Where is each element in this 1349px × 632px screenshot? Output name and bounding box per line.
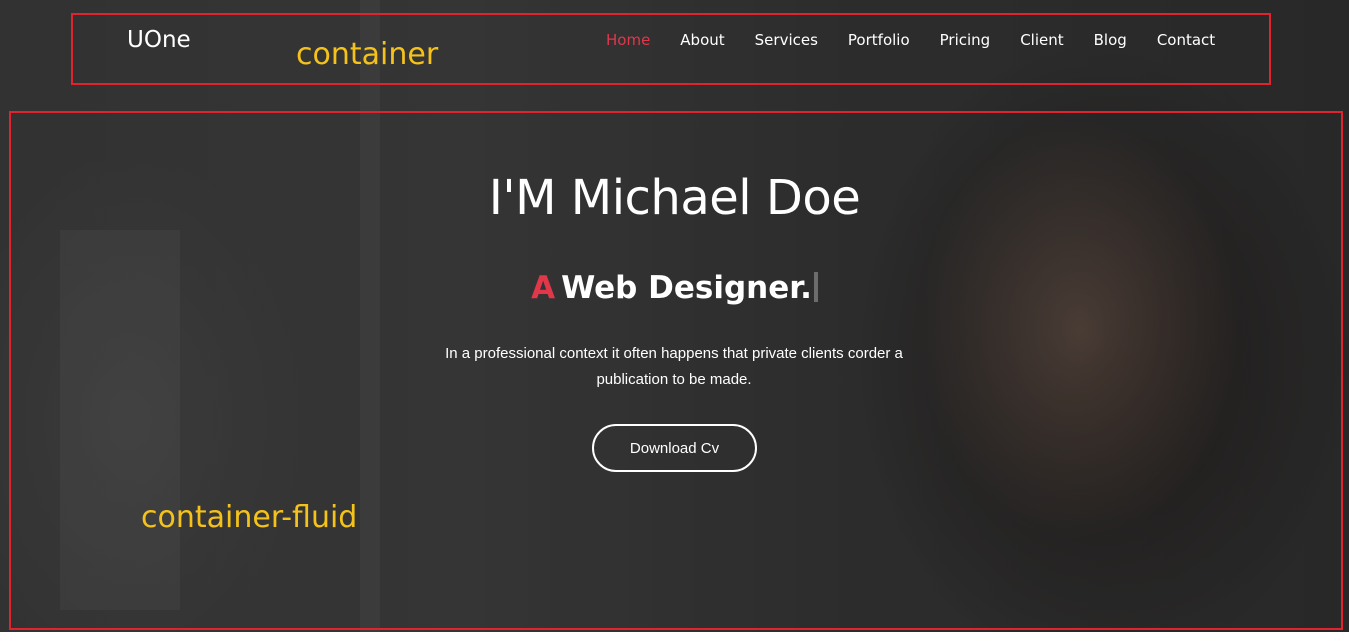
- nav-item-pricing[interactable]: Pricing: [940, 31, 991, 49]
- container-annotation-label: container: [296, 37, 439, 72]
- hero-subtitle: A Web Designer.: [0, 270, 1349, 306]
- hero-title: I'M Michael Doe: [488, 170, 861, 226]
- nav-item-contact[interactable]: Contact: [1157, 31, 1215, 49]
- page: container container-fluid UOne Home Abou…: [0, 0, 1349, 632]
- nav-item-client[interactable]: Client: [1020, 31, 1063, 49]
- hero-subtitle-prefix: A: [531, 270, 556, 306]
- brand-logo[interactable]: UOne: [127, 27, 191, 53]
- container-fluid-annotation-label: container-fluid: [141, 500, 358, 535]
- nav-item-home[interactable]: Home: [606, 31, 650, 49]
- nav-item-about[interactable]: About: [680, 31, 724, 49]
- main-nav: Home About Services Portfolio Pricing Cl…: [606, 31, 1215, 49]
- hero-subtitle-text: Web Designer.: [561, 270, 812, 306]
- nav-item-blog[interactable]: Blog: [1094, 31, 1127, 49]
- nav-item-portfolio[interactable]: Portfolio: [848, 31, 910, 49]
- download-cv-button[interactable]: Download Cv: [592, 424, 757, 472]
- hero-description: In a professional context it often happe…: [445, 345, 903, 388]
- nav-item-services[interactable]: Services: [755, 31, 818, 49]
- container-annotation-box: [71, 13, 1271, 85]
- typing-cursor: [813, 272, 818, 302]
